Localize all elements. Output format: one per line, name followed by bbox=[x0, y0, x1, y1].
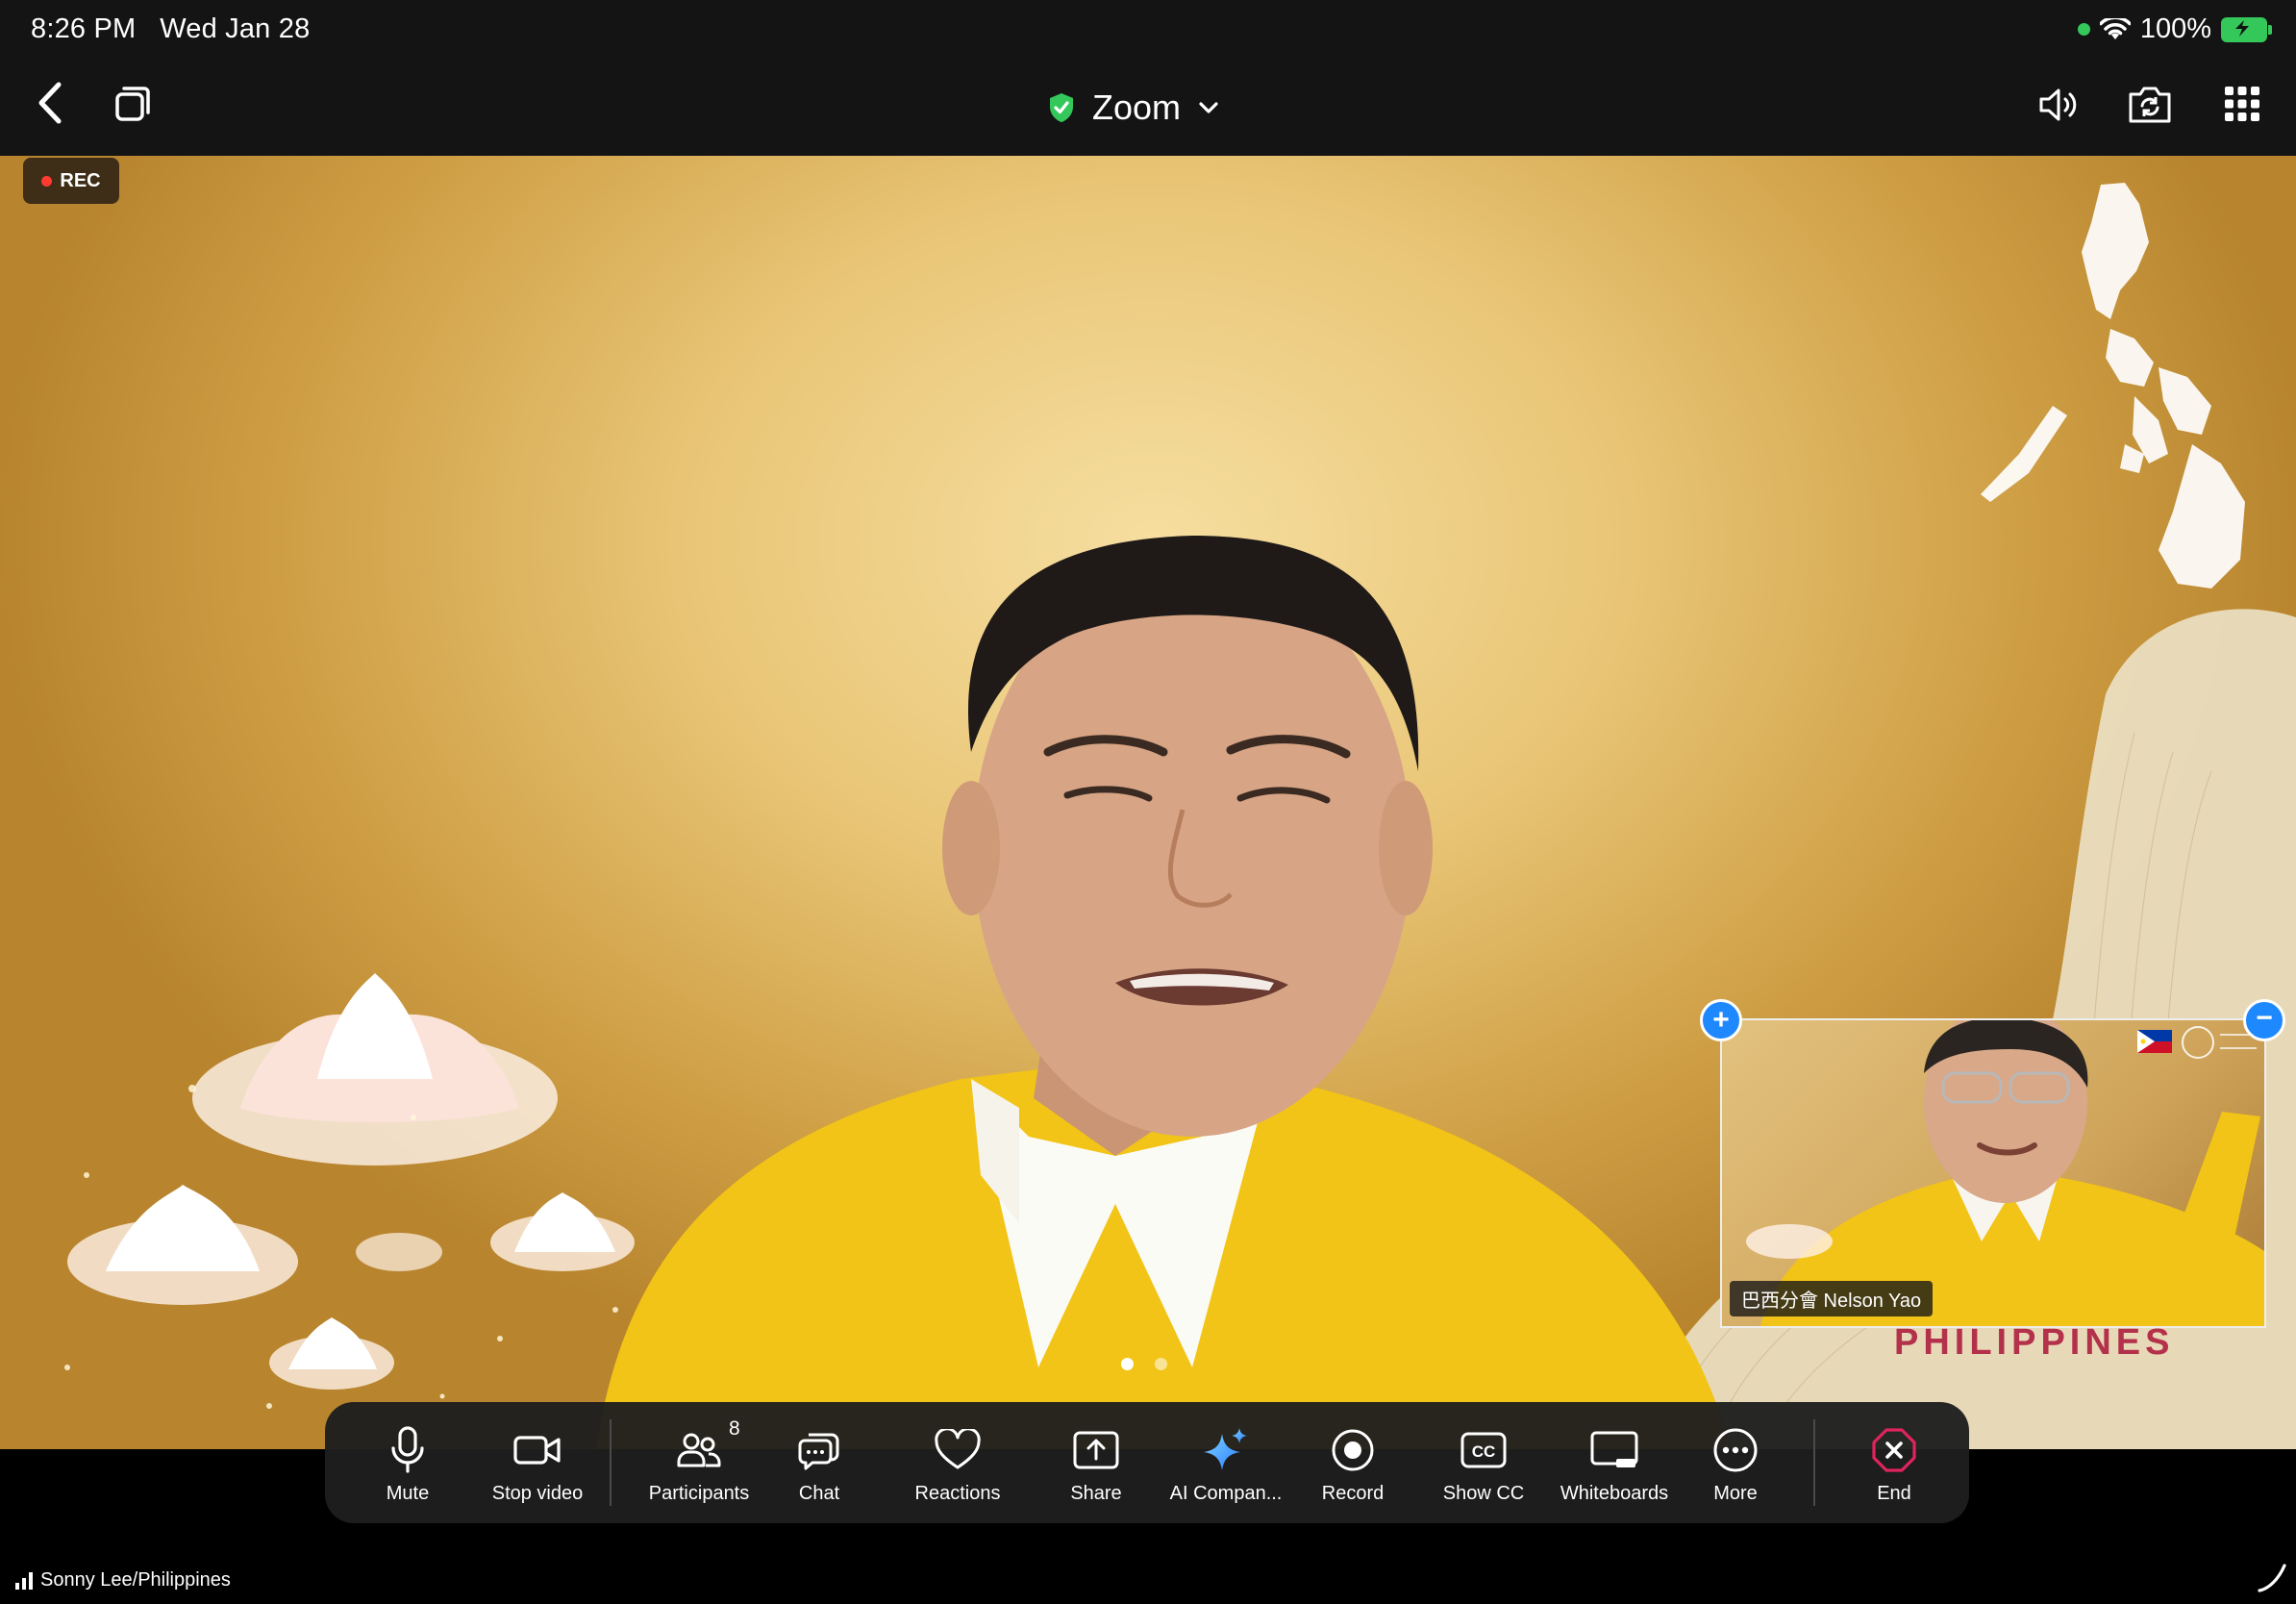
philippines-flag-icon bbox=[2137, 1030, 2172, 1053]
end-meeting-button[interactable]: End bbox=[1832, 1402, 1957, 1523]
status-right: 100% bbox=[2077, 13, 2272, 45]
camera-switch-button[interactable] bbox=[2123, 79, 2177, 129]
recording-badge: REC bbox=[23, 158, 119, 204]
show-cc-label: Show CC bbox=[1442, 1483, 1525, 1504]
status-time: 8:26 PM Wed Jan 28 bbox=[31, 13, 310, 45]
back-chevron-icon bbox=[38, 82, 62, 124]
stop-video-button[interactable]: Stop video bbox=[475, 1402, 600, 1523]
plus-icon: + bbox=[1712, 1004, 1730, 1036]
page-dot-1[interactable] bbox=[1121, 1358, 1134, 1370]
shield-check-icon bbox=[1050, 93, 1073, 122]
end-label: End bbox=[1877, 1483, 1911, 1504]
battery-percent: 100% bbox=[2139, 13, 2211, 44]
meeting-title: Zoom bbox=[1092, 88, 1182, 127]
minus-icon: − bbox=[2256, 1002, 2273, 1034]
reactions-button[interactable]: Reactions bbox=[881, 1402, 1035, 1523]
heart-icon bbox=[935, 1429, 981, 1469]
time-text: 8:26 PM bbox=[31, 13, 137, 44]
svg-text:CC: CC bbox=[1472, 1442, 1496, 1461]
more-label: More bbox=[1713, 1483, 1758, 1504]
pip-participant-name: 巴西分會 Nelson Yao bbox=[1730, 1281, 1934, 1316]
video-camera-icon bbox=[513, 1436, 561, 1465]
mute-button[interactable]: Mute bbox=[345, 1402, 470, 1523]
camera-switch-icon bbox=[2129, 87, 2171, 123]
more-icon bbox=[1713, 1428, 1758, 1472]
participants-button[interactable]: Participants 8 bbox=[627, 1402, 771, 1523]
whiteboards-button[interactable]: Whiteboards bbox=[1542, 1402, 1686, 1523]
record-icon bbox=[1332, 1429, 1374, 1471]
wifi-icon bbox=[2099, 17, 2131, 39]
whiteboards-label: Whiteboards bbox=[1560, 1483, 1669, 1504]
pip-video-tile[interactable]: 巴西分會 Nelson Yao bbox=[1720, 1018, 2266, 1328]
meeting-title-dropdown[interactable]: Zoom bbox=[1048, 60, 1219, 156]
top-toolbar: Zoom bbox=[0, 60, 2296, 156]
philippines-map-graphic bbox=[1981, 183, 2245, 589]
status-bar: 8:26 PM Wed Jan 28 100% bbox=[0, 0, 2296, 60]
signal-strength-icon bbox=[15, 1571, 33, 1590]
share-label: Share bbox=[1070, 1483, 1122, 1504]
pip-expand-button[interactable]: + bbox=[1700, 999, 1742, 1041]
chat-button[interactable]: Chat bbox=[757, 1402, 882, 1523]
page-indicator[interactable] bbox=[1121, 1358, 1167, 1370]
window-switch-icon bbox=[115, 87, 150, 121]
reactions-label: Reactions bbox=[914, 1483, 1001, 1504]
apps-grid-icon bbox=[2225, 87, 2259, 121]
participants-label: Participants bbox=[648, 1483, 750, 1504]
page-dot-2[interactable] bbox=[1155, 1358, 1167, 1370]
date-text: Wed Jan 28 bbox=[160, 13, 311, 44]
record-button[interactable]: Record bbox=[1290, 1402, 1415, 1523]
camera-in-use-dot bbox=[2077, 23, 2090, 36]
pencil-hover-icon bbox=[2258, 1564, 2286, 1592]
record-dot-icon bbox=[41, 175, 53, 187]
chevron-down-icon bbox=[1199, 102, 1218, 113]
cc-icon: CC bbox=[1460, 1432, 1507, 1468]
ai-companion-button[interactable]: AI Compan... bbox=[1154, 1402, 1298, 1523]
participants-icon bbox=[677, 1433, 721, 1467]
recording-label: REC bbox=[60, 169, 101, 191]
microphone-icon bbox=[391, 1426, 424, 1473]
pip-minimize-button[interactable]: − bbox=[2243, 999, 2285, 1041]
chat-label: Chat bbox=[798, 1483, 840, 1504]
speaker-button[interactable] bbox=[2033, 81, 2086, 129]
active-speaker-indicator: Sonny Lee/Philippines bbox=[15, 1569, 231, 1591]
mute-label: Mute bbox=[386, 1483, 430, 1504]
chat-icon bbox=[798, 1433, 839, 1470]
toolbar-divider bbox=[610, 1419, 611, 1506]
end-call-icon bbox=[1872, 1428, 1916, 1472]
speaker-icon bbox=[2039, 88, 2077, 121]
more-button[interactable]: More bbox=[1673, 1402, 1798, 1523]
sparkle-icon bbox=[1204, 1428, 1247, 1470]
active-speaker-name: Sonny Lee/Philippines bbox=[40, 1569, 231, 1591]
whiteboard-icon bbox=[1590, 1431, 1638, 1467]
window-switch-button[interactable] bbox=[108, 81, 158, 127]
background-caption: PHILIPPINES bbox=[1894, 1322, 2175, 1363]
back-button[interactable] bbox=[25, 79, 73, 127]
share-button[interactable]: Share bbox=[1034, 1402, 1159, 1523]
battery-charging-icon bbox=[2221, 16, 2272, 42]
apps-grid-button[interactable] bbox=[2219, 81, 2265, 127]
ai-companion-label: AI Compan... bbox=[1169, 1483, 1283, 1504]
meeting-toolbar: Mute Stop video Participants 8 Chat Reac… bbox=[325, 1402, 1969, 1523]
record-label: Record bbox=[1321, 1483, 1385, 1504]
lotus-decoration bbox=[67, 973, 635, 1390]
show-cc-button[interactable]: CC Show CC bbox=[1421, 1402, 1546, 1523]
toolbar-divider bbox=[1813, 1419, 1815, 1506]
pip-logo-icon bbox=[2182, 1026, 2214, 1059]
share-icon bbox=[1073, 1431, 1119, 1469]
participants-count: 8 bbox=[729, 1417, 740, 1440]
stop-video-label: Stop video bbox=[491, 1483, 584, 1504]
